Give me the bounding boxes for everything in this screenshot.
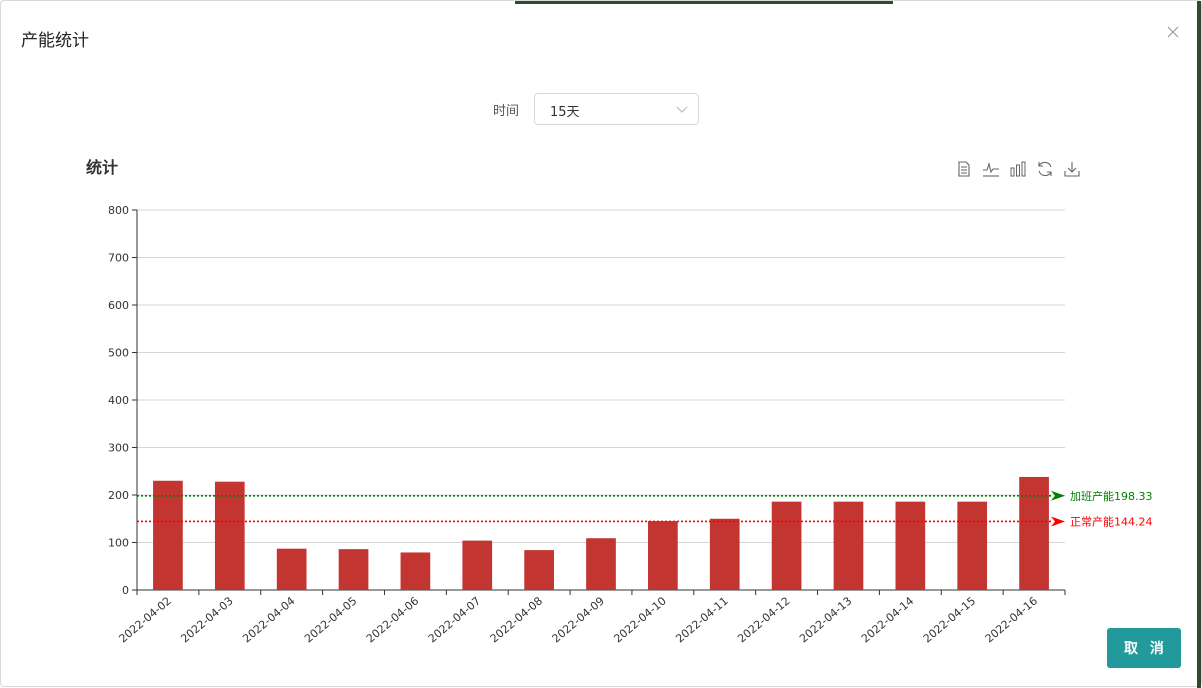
background-edge <box>1197 1 1201 688</box>
dialog-title: 产能统计 <box>21 31 89 51</box>
x-tick-label: 2022-04-15 <box>921 594 978 645</box>
line-chart-icon[interactable] <box>982 160 1000 178</box>
chart-toolbox <box>955 160 1081 180</box>
bar <box>586 538 616 590</box>
y-tick-label: 800 <box>108 204 129 217</box>
y-tick-label: 500 <box>108 347 129 360</box>
mark-line-label: 正常产能144.24 <box>1070 514 1153 528</box>
chevron-down-icon <box>676 106 688 113</box>
y-tick-label: 600 <box>108 299 129 312</box>
bar-chart-icon[interactable] <box>1009 160 1027 178</box>
y-tick-label: 0 <box>122 584 129 597</box>
mark-line-label: 加班产能198.33 <box>1070 489 1153 503</box>
bar <box>709 518 740 590</box>
bar <box>1019 476 1049 590</box>
x-tick-label: 2022-04-05 <box>302 594 359 645</box>
bar <box>648 521 678 590</box>
bar <box>524 550 554 590</box>
close-icon[interactable] <box>1164 23 1182 41</box>
x-tick-label: 2022-04-11 <box>673 594 730 645</box>
y-tick-label: 100 <box>108 537 129 550</box>
download-icon[interactable] <box>1063 160 1081 178</box>
time-range-value: 15天 <box>550 105 580 120</box>
x-tick-label: 2022-04-13 <box>797 594 854 645</box>
x-tick-label: 2022-04-02 <box>117 594 174 645</box>
x-tick-label: 2022-04-16 <box>983 594 1040 645</box>
background-strip <box>515 1 893 4</box>
x-tick-label: 2022-04-07 <box>426 594 483 645</box>
bar <box>833 501 864 590</box>
dialog: 产能统计 时间 15天 统计 0 100 200 300 400 500 600 700 800… <box>0 0 1202 688</box>
refresh-icon[interactable] <box>1036 160 1054 178</box>
x-tick-label: 2022-04-08 <box>488 594 545 645</box>
x-tick-label: 2022-04-04 <box>240 594 297 645</box>
chart-title: 统计 <box>86 158 119 177</box>
x-tick-label: 2022-04-09 <box>550 594 607 645</box>
bar <box>400 552 431 590</box>
bar <box>957 501 988 590</box>
mark-line-arrow <box>1051 490 1065 501</box>
bar <box>462 540 493 590</box>
y-tick-label: 400 <box>108 394 129 407</box>
bar <box>895 501 926 590</box>
bar <box>338 549 369 590</box>
x-tick-label: 2022-04-06 <box>364 594 421 645</box>
bar <box>276 548 307 590</box>
y-tick-label: 300 <box>108 442 129 455</box>
time-range-select[interactable]: 15天 <box>534 93 699 125</box>
x-tick-label: 2022-04-12 <box>735 594 792 645</box>
cancel-button[interactable]: 取 消 <box>1107 628 1181 668</box>
x-tick-label: 2022-04-14 <box>859 594 916 645</box>
bar <box>771 501 802 590</box>
time-filter-label: 时间 <box>493 104 520 119</box>
y-tick-label: 200 <box>108 489 129 502</box>
data-view-icon[interactable] <box>955 160 973 178</box>
bar <box>153 480 183 590</box>
bar <box>214 481 245 590</box>
mark-line-arrow <box>1051 516 1065 527</box>
x-tick-label: 2022-04-03 <box>178 594 235 645</box>
x-tick-label: 2022-04-10 <box>611 594 668 645</box>
y-tick-label: 700 <box>108 252 129 265</box>
